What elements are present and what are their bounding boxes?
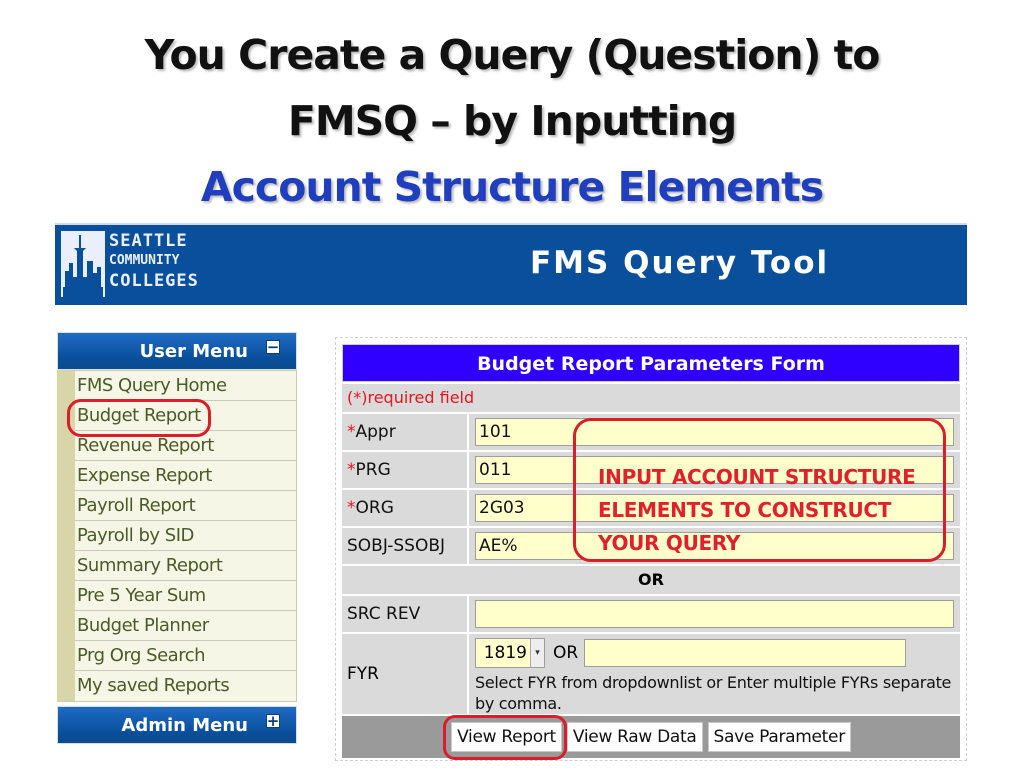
space-needle-skyline-icon xyxy=(61,231,105,297)
app-banner: SEATTLE COMMUNITY COLLEGES FMS Query Too… xyxy=(55,223,967,305)
menu-item-my-saved-reports[interactable]: My saved Reports xyxy=(75,671,296,701)
menu-item-budget-planner[interactable]: Budget Planner xyxy=(75,611,296,641)
app-title: FMS Query Tool xyxy=(530,245,830,281)
field-label-appr: Appr xyxy=(355,422,396,442)
form-actions: View Report View Raw Data Save Parameter xyxy=(342,715,960,760)
menu-item-pre-5-year-sum[interactable]: Pre 5 Year Sum xyxy=(75,581,296,611)
user-menu-title: User Menu xyxy=(139,340,248,362)
sobj-ssobj-input[interactable]: AE% xyxy=(475,532,954,560)
appr-input[interactable]: 101 xyxy=(475,418,954,446)
field-row-prg: * PRG 011 xyxy=(342,452,960,488)
field-row-sobj-ssobj: SOBJ-SSOBJ AE% xyxy=(342,528,960,564)
field-label-prg: PRG xyxy=(355,460,391,480)
view-report-button[interactable]: View Report xyxy=(443,715,567,760)
save-parameter-button[interactable]: Save Parameter xyxy=(707,722,851,752)
field-label-fyr: FYR xyxy=(342,634,467,714)
user-menu-header[interactable]: User Menu − xyxy=(57,332,297,370)
budget-report-form: Budget Report Parameters Form (*)require… xyxy=(335,337,967,761)
admin-menu-title: Admin Menu xyxy=(121,714,248,736)
sidebar-menu: User Menu − FMS Query Home Budget Report… xyxy=(57,332,297,744)
required-field-note: (*)required field xyxy=(342,384,960,412)
fyr-help-text: Select FYR from dropdownlist or Enter mu… xyxy=(475,673,952,713)
required-star: * xyxy=(347,460,356,480)
required-star: * xyxy=(347,498,356,518)
slide-title-line-2: FMSQ – by Inputting xyxy=(287,97,737,145)
src-rev-input[interactable] xyxy=(475,600,954,628)
fyr-multiple-input[interactable] xyxy=(584,639,907,667)
field-row-org: * ORG 2G03 xyxy=(342,490,960,526)
logo-text-colleges: COLLEGES xyxy=(109,271,199,291)
field-row-fyr: FYR 1819 ▾ OR Select FYR from dropdownli… xyxy=(342,634,960,714)
slide-title-line-3: Account Structure Elements xyxy=(200,163,824,211)
field-label-src-rev: SRC REV xyxy=(347,604,421,624)
field-row-src-rev: SRC REV xyxy=(342,596,960,632)
fyr-or-label: OR xyxy=(553,643,579,663)
menu-item-revenue-report[interactable]: Revenue Report xyxy=(75,431,296,461)
logo-text-seattle: SEATTLE xyxy=(109,231,188,251)
slide-title-line-1: You Create a Query (Question) to xyxy=(144,31,881,79)
dropdown-arrow-icon[interactable]: ▾ xyxy=(530,639,544,667)
menu-item-payroll-by-sid[interactable]: Payroll by SID xyxy=(75,521,296,551)
form-title: Budget Report Parameters Form xyxy=(342,344,960,382)
collapse-minus-icon[interactable]: − xyxy=(266,340,280,355)
college-logo[interactable]: SEATTLE COMMUNITY COLLEGES xyxy=(61,231,198,297)
logo-text-community: COMMUNITY xyxy=(109,253,180,268)
expand-plus-icon[interactable]: + xyxy=(266,714,280,729)
prg-input[interactable]: 011 xyxy=(475,456,954,484)
view-raw-data-button[interactable]: View Raw Data xyxy=(566,722,703,752)
field-label-org: ORG xyxy=(355,498,394,518)
fyr-selected-value: 1819 xyxy=(483,643,527,663)
menu-item-fms-query-home[interactable]: FMS Query Home xyxy=(75,371,296,401)
field-label-sobj-ssobj: SOBJ-SSOBJ xyxy=(347,536,446,556)
menu-item-expense-report[interactable]: Expense Report xyxy=(75,461,296,491)
user-menu-list: FMS Query Home Budget Report Revenue Rep… xyxy=(57,370,297,702)
menu-item-prg-org-search[interactable]: Prg Org Search xyxy=(75,641,296,671)
or-divider: OR xyxy=(342,566,960,594)
menu-item-payroll-report[interactable]: Payroll Report xyxy=(75,491,296,521)
fyr-select[interactable]: 1819 ▾ xyxy=(475,638,545,668)
admin-menu-header[interactable]: Admin Menu + xyxy=(57,706,297,744)
org-input[interactable]: 2G03 xyxy=(475,494,954,522)
menu-item-summary-report[interactable]: Summary Report xyxy=(75,551,296,581)
field-row-appr: * Appr 101 xyxy=(342,414,960,450)
slide-title: You Create a Query (Question) to FMSQ – … xyxy=(0,22,1024,220)
menu-item-budget-report[interactable]: Budget Report xyxy=(67,399,296,437)
required-star: * xyxy=(347,422,356,442)
